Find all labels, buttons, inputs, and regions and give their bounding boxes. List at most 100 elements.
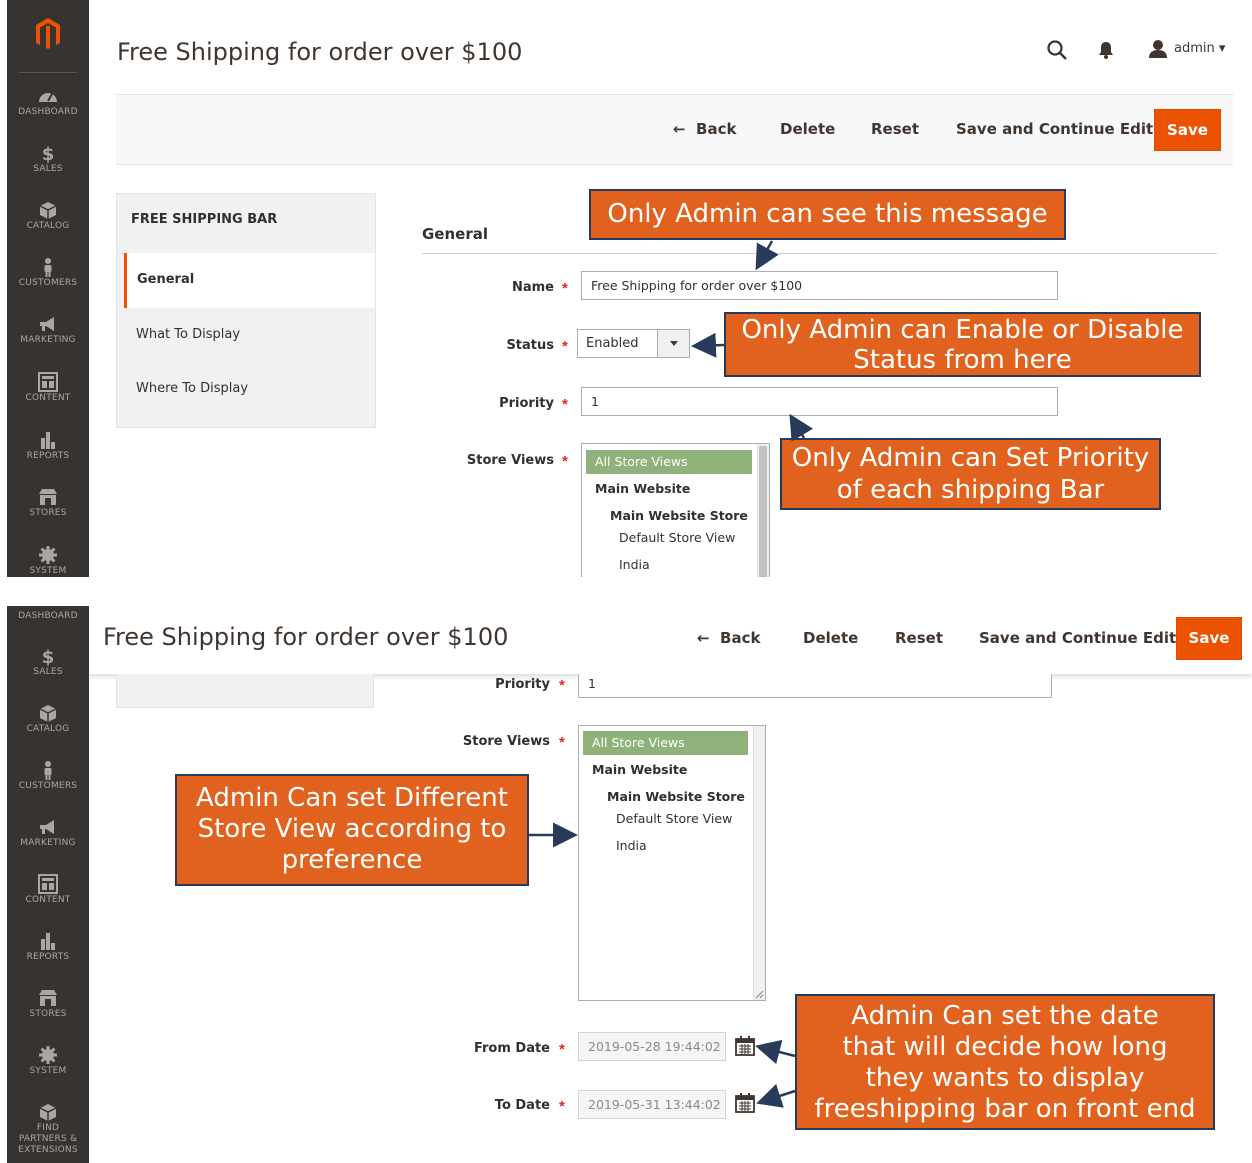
status-label: Status [506,338,554,353]
priority-label-bottom: Priority [495,677,550,692]
bell-icon[interactable] [1097,40,1115,60]
nav-stores[interactable]: STORES [7,487,89,519]
box-icon [39,202,57,219]
callout-priority: Only Admin can Set Priority of each ship… [780,438,1161,510]
option-default-store-view[interactable]: Default Store View [616,811,732,826]
name-input[interactable]: Free Shipping for order over $100 [581,271,1058,300]
scrollbar[interactable] [757,444,769,577]
admin-user-menu[interactable]: admin ▾ [1174,41,1225,56]
delete-button[interactable]: Delete [780,120,835,138]
nav-reports[interactable]: REPORTS [7,430,89,462]
bottom-screenshot: DASHBOARD $ SALES CATALOG CUSTOMERS MARK… [0,606,1252,1163]
nav-catalog-bottom[interactable]: CATALOG [7,703,89,735]
store-views-label: Store Views [466,453,554,468]
nav-find-partners[interactable]: FIND PARTNERS & EXTENSIONS [7,1102,89,1156]
dollar-icon: $ [42,647,55,666]
arrow-left-icon: ← [697,629,710,647]
tabs-panel: FREE SHIPPING BAR INFORMATION General Wh… [116,193,376,428]
arrow-to-to-date [756,1083,796,1108]
tab-general[interactable]: General [124,253,375,308]
nav-marketing[interactable]: MARKETING [7,314,89,346]
top-screenshot: DASHBOARD $ SALES CATALOG CUSTOMERS MARK… [0,0,1252,577]
bar-chart-icon [41,933,55,950]
nav-sales[interactable]: $ SALES [7,143,89,175]
section-title: General [422,225,488,243]
save-continue-button-bottom[interactable]: Save and Continue Edit [979,629,1176,647]
option-main-website[interactable]: Main Website [592,762,687,777]
to-date-input[interactable]: 2019-05-31 13:44:02 [578,1090,726,1119]
name-label: Name [511,280,554,295]
storefront-icon [39,990,57,1006]
option-main-website-store[interactable]: Main Website Store [610,508,748,523]
store-views-multiselect[interactable]: All Store Views Main Website Main Websit… [581,443,770,577]
nav-stores-bottom[interactable]: STORES [7,988,89,1020]
box-icon [39,1104,57,1121]
option-all-store-views[interactable]: All Store Views [586,450,752,474]
from-date-label: From Date [473,1041,550,1056]
arrow-to-priority-field [789,413,814,442]
nav-customers[interactable]: CUSTOMERS [7,257,89,289]
megaphone-icon [40,820,54,834]
nav-system[interactable]: SYSTEM [7,545,89,577]
user-icon[interactable] [1147,38,1169,60]
nav-marketing-bottom[interactable]: MARKETING [7,817,89,849]
save-continue-button[interactable]: Save and Continue Edit [956,120,1153,138]
priority-label: Priority [499,396,554,411]
option-default-store-view[interactable]: Default Store View [619,530,735,545]
nav-system-bottom[interactable]: SYSTEM [7,1045,89,1077]
page-title-bottom: Free Shipping for order over $100 [103,623,509,651]
tab-what-to-display[interactable]: What To Display [136,327,240,342]
delete-button-bottom[interactable]: Delete [803,629,858,647]
page-title: Free Shipping for order over $100 [117,38,523,66]
svg-text:$: $ [42,647,55,666]
arrow-to-from-date [755,1039,796,1065]
reset-button[interactable]: Reset [871,120,919,138]
nav-catalog[interactable]: CATALOG [7,200,89,232]
gear-icon [39,1046,57,1064]
nav-dashboard[interactable]: DASHBOARD [7,86,89,118]
calendar-icon[interactable] [735,1036,755,1056]
scrollbar[interactable] [753,726,765,1000]
option-all-store-views[interactable]: All Store Views [583,731,748,755]
nav-dashboard-bottom[interactable]: DASHBOARD [7,610,89,622]
bar-chart-icon [41,432,55,449]
option-india[interactable]: India [616,838,647,853]
back-button-bottom[interactable]: ← Back [697,629,760,647]
tabs-header: FREE SHIPPING BAR INFORMATION [117,194,375,279]
status-select[interactable]: Enabled [577,329,690,358]
store-views-multiselect-bottom[interactable]: All Store Views Main Website Main Websit… [578,725,766,1001]
save-button[interactable]: Save [1154,109,1221,151]
layout-icon [38,372,58,392]
layout-icon [38,874,58,894]
resize-handle-icon[interactable] [753,988,764,999]
nav-content[interactable]: CONTENT [7,372,89,404]
priority-input-bottom[interactable]: 1 [578,674,1052,698]
admin-sidebar: DASHBOARD $ SALES CATALOG CUSTOMERS MARK… [7,0,89,577]
megaphone-icon [40,317,54,331]
nav-customers-bottom[interactable]: CUSTOMERS [7,760,89,792]
callout-store-views: Admin Can set Different Store View accor… [175,774,529,886]
dashboard-icon [39,93,57,102]
nav-reports-bottom[interactable]: REPORTS [7,931,89,963]
arrow-left-icon: ← [673,120,686,138]
option-india[interactable]: India [619,557,650,572]
search-icon[interactable] [1046,39,1068,61]
save-button-bottom[interactable]: Save [1176,617,1242,660]
nav-content-bottom[interactable]: CONTENT [7,874,89,906]
tab-where-to-display[interactable]: Where To Display [136,381,248,396]
arrow-to-status-field [691,332,725,358]
option-main-website-store[interactable]: Main Website Store [607,789,745,804]
person-icon [44,761,52,780]
magento-logo-icon [36,18,60,49]
nav-sales-bottom[interactable]: $ SALES [7,646,89,678]
dollar-icon: $ [42,144,55,163]
to-date-label: To Date [494,1098,550,1113]
option-main-website[interactable]: Main Website [595,481,690,496]
calendar-icon[interactable] [735,1093,755,1113]
person-icon [44,258,52,277]
back-button[interactable]: ← Back [673,120,736,138]
from-date-input[interactable]: 2019-05-28 19:44:02 [578,1032,726,1061]
reset-button-bottom[interactable]: Reset [895,629,943,647]
priority-input[interactable]: 1 [581,387,1058,416]
storefront-icon [39,489,57,505]
